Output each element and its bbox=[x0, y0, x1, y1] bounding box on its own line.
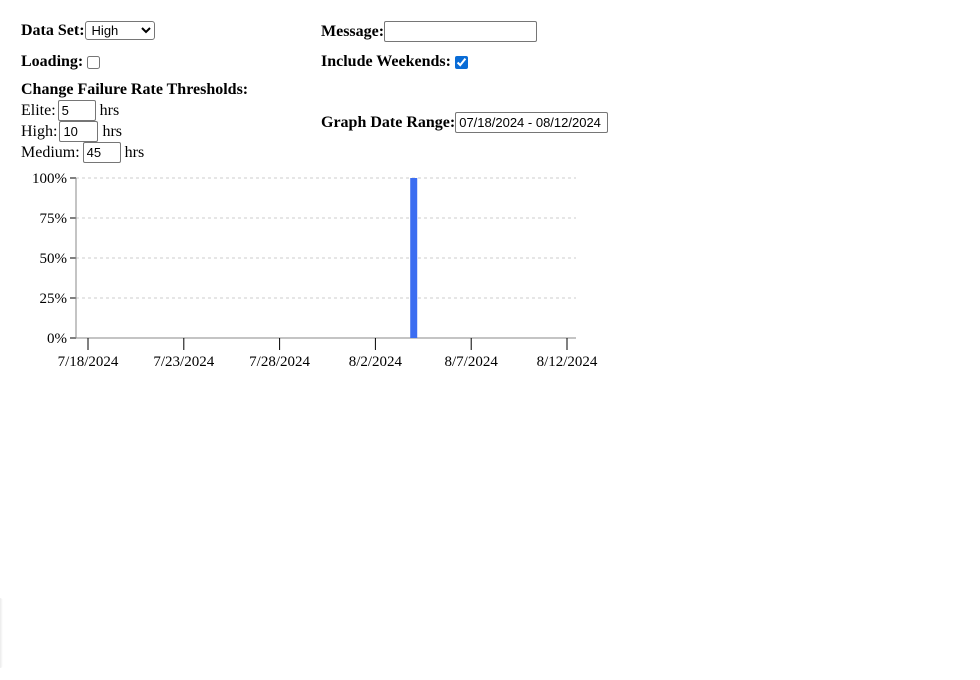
weekends-checkbox[interactable] bbox=[454, 55, 468, 69]
y-tick-label: 0% bbox=[47, 331, 67, 347]
elite-label: Elite: bbox=[21, 101, 56, 119]
thresholds-title-row: Change Failure Rate Thresholds: bbox=[21, 81, 248, 99]
medium-unit: hrs bbox=[124, 143, 145, 161]
high-threshold-row: High: hrs bbox=[21, 121, 122, 142]
date-range-row: Graph Date Range: bbox=[321, 112, 609, 133]
weekends-row: Include Weekends: bbox=[321, 53, 468, 71]
bar bbox=[410, 178, 418, 338]
dataset-label: Data Set: bbox=[21, 21, 85, 39]
x-tick-label: 8/12/2024 bbox=[537, 354, 598, 370]
message-label: Message: bbox=[321, 22, 385, 40]
y-tick-label: 75% bbox=[40, 211, 68, 227]
message-row: Message: bbox=[321, 21, 538, 42]
medium-label: Medium: bbox=[21, 143, 80, 161]
message-input[interactable] bbox=[384, 21, 538, 42]
dataset-row: Data Set: EliteHighMediumLow bbox=[21, 21, 155, 40]
x-tick-label: 7/18/2024 bbox=[58, 354, 119, 370]
change-failure-rate-chart: 0% 25% 50% 75% 100% 7/18/2024 7/23/2024 7/28/20… bbox=[32, 171, 598, 370]
y-tick-label: 50% bbox=[40, 251, 68, 267]
x-tick-label: 7/28/2024 bbox=[249, 354, 310, 370]
loading-row: Loading: bbox=[21, 53, 101, 71]
loading-label: Loading: bbox=[21, 53, 84, 70]
date-range-input[interactable] bbox=[455, 112, 609, 133]
date-range-label: Graph Date Range: bbox=[321, 113, 456, 131]
y-tick-label: 100% bbox=[32, 171, 67, 187]
y-tick-label: 25% bbox=[40, 291, 68, 307]
elite-threshold-row: Elite: hrs bbox=[21, 100, 119, 121]
x-tick-label: 7/23/2024 bbox=[153, 354, 214, 370]
loading-checkbox[interactable] bbox=[87, 55, 101, 69]
thresholds-title: Change Failure Rate Thresholds: bbox=[21, 81, 249, 98]
elite-unit: hrs bbox=[99, 101, 120, 119]
high-label: High: bbox=[21, 122, 58, 140]
elite-threshold-input[interactable] bbox=[57, 100, 96, 121]
dataset-select[interactable]: EliteHighMediumLow bbox=[84, 21, 155, 40]
weekends-label: Include Weekends: bbox=[321, 53, 451, 70]
high-unit: hrs bbox=[102, 122, 123, 140]
x-tick-label: 8/2/2024 bbox=[349, 354, 403, 370]
x-tick-label: 8/7/2024 bbox=[445, 354, 499, 370]
high-threshold-input[interactable] bbox=[59, 121, 99, 142]
edge-shadow bbox=[0, 598, 3, 668]
